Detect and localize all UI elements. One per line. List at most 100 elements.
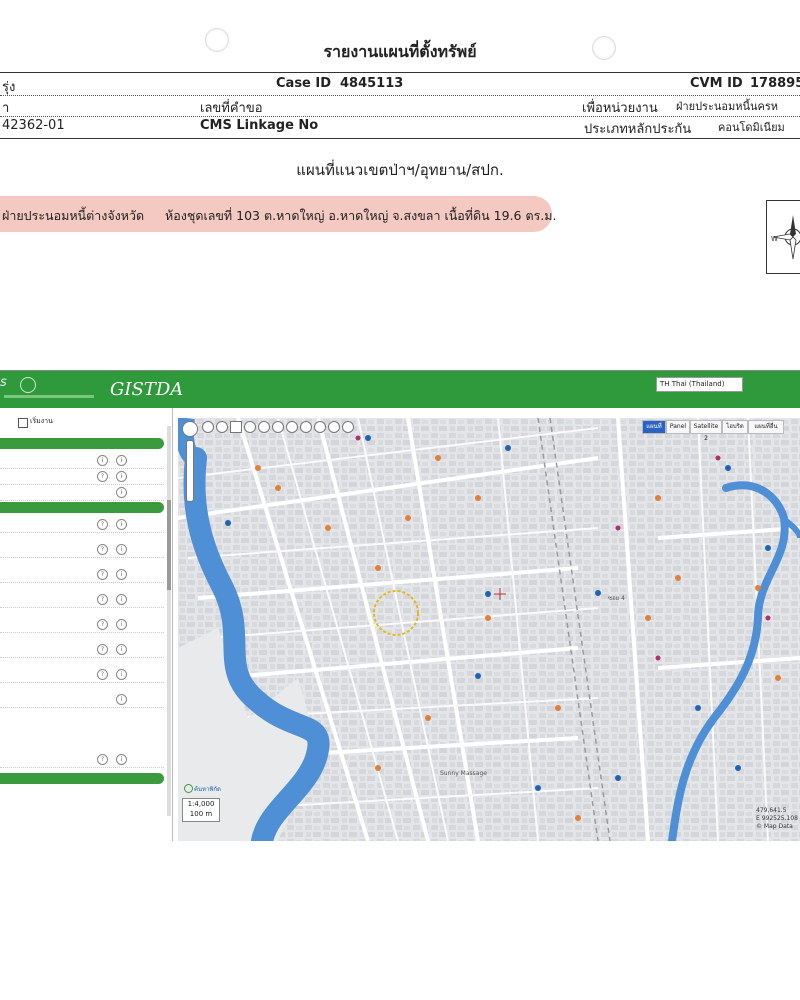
layer-row[interactable]: ? i (0, 468, 164, 485)
layer-group-header-2[interactable] (0, 502, 164, 513)
request-number-label: เลขที่คำขอ (200, 101, 263, 116)
row3-left-text: 42362-01 (2, 118, 65, 133)
report-title: รายงานแผนที่ตั้งทรัพย์ (323, 42, 477, 61)
info-icon[interactable]: i (116, 569, 127, 580)
header-row-3: 42362-01 CMS Linkage No ประเภทหลักประกัน… (0, 118, 800, 138)
info-icon[interactable]: i (116, 619, 127, 630)
map-tool-icon[interactable] (216, 421, 228, 433)
layer-row[interactable]: ii (0, 452, 164, 469)
basemap-tab-other[interactable]: แผนที่อื่น (748, 420, 784, 434)
layer-row[interactable]: ? i (0, 566, 164, 583)
sidebar-scroll-thumb[interactable] (167, 500, 171, 590)
zoom-control-icon[interactable] (182, 421, 198, 437)
banner-department: ฝ่ายประนอมหนี้ต่างจังหวัด (2, 208, 145, 223)
unit-value: ฝ่ายประนอมหนี้นครห (676, 100, 779, 113)
info-icon[interactable]: i (116, 644, 127, 655)
cvm-id-label: CVM ID (690, 76, 743, 91)
location-tool-icon[interactable] (258, 421, 270, 433)
info-icon[interactable]: i (116, 594, 127, 605)
info-icon[interactable]: i (116, 669, 127, 680)
layer-row[interactable]: ? i (0, 666, 164, 683)
banner-property-desc: ห้องชุดเลขที่ 103 ต.หาดใหญ่ อ.หาดใหญ่ จ.… (165, 208, 557, 223)
collateral-type-label: ประเภทหลักประกัน (584, 122, 692, 137)
map-tool-icon[interactable] (202, 421, 214, 433)
home-tool-icon[interactable] (272, 421, 284, 433)
location-search-label[interactable]: ค้นหาพิกัด (194, 784, 221, 794)
help-icon[interactable]: ? (97, 619, 108, 630)
row1-left-text: รุ่ง (2, 80, 16, 95)
layer-row[interactable]: ? i (0, 541, 164, 558)
brand-subtext-line (4, 395, 94, 398)
sidebar-tool-icon[interactable] (18, 418, 28, 428)
layer-sidebar: เริ่มงาน ii ? i i ? i ? i ? i ? i ? i ? i ? i i … (0, 408, 173, 841)
basemap-tab-map[interactable]: แผนที่ (642, 420, 666, 434)
info-icon[interactable]: i (97, 455, 108, 466)
attribution: © Map Data (756, 823, 793, 830)
app-top-bar: s GISTDA TH Thai (Thailand) (0, 371, 800, 408)
gistda-logo: GISTDA (110, 379, 184, 400)
map-tool-icon[interactable] (314, 421, 326, 433)
layer-row[interactable]: ? i (0, 616, 164, 633)
language-select[interactable]: TH Thai (Thailand) (656, 377, 743, 392)
help-icon[interactable]: ? (97, 519, 108, 530)
header-row-2: า เลขที่คำขอ เพื่อหน่วยงาน ฝ่ายประนอมหนี… (0, 97, 800, 117)
zoom-scale: 1:4,000 (187, 800, 215, 808)
brand-fragment: s (0, 375, 7, 390)
basemap-tab-panel[interactable]: Panel (666, 420, 690, 434)
help-icon[interactable]: ? (97, 754, 108, 765)
layer-row[interactable]: ? i (0, 751, 164, 768)
map-section-title: แผนที่แนวเขตป่าฯ/อุทยาน/สปก. (296, 161, 504, 179)
coord-line: 479,641.5 (756, 807, 787, 814)
header-top-rule (0, 72, 800, 73)
cms-linkage-label: CMS Linkage No (200, 118, 319, 133)
cvm-id-value: 178895 (750, 76, 800, 91)
map-graphics (178, 418, 800, 841)
location-search-icon[interactable] (184, 784, 193, 793)
layer-row[interactable]: i (0, 484, 164, 501)
row-divider-1 (0, 95, 800, 96)
layer-row[interactable]: i (0, 691, 164, 708)
header-row-1: รุ่ง Case ID 4845113 CVM ID 178895 (0, 76, 800, 96)
layer-row[interactable]: ? i (0, 641, 164, 658)
help-icon[interactable]: ? (97, 644, 108, 655)
info-icon[interactable]: i (116, 519, 127, 530)
basemap-tab-satellite[interactable]: Satellite 2 (690, 420, 722, 442)
print-tool-icon[interactable] (328, 421, 340, 433)
layer-group-header-3[interactable] (0, 773, 164, 784)
layer-group-header-1[interactable] (0, 438, 164, 449)
basemap-tab-hybrid[interactable]: ไฮบริด (722, 420, 748, 434)
coordinate-readout: 479,641.5 E 992525.108 © Map Data (756, 807, 798, 831)
close-tool-icon[interactable] (230, 421, 242, 433)
info-icon[interactable]: i (116, 487, 127, 498)
map-tool-icon[interactable] (342, 421, 354, 433)
location-banner: ฝ่ายประนอมหนี้ต่างจังหวัด ห้องชุดเลขที่ … (0, 196, 557, 232)
help-icon[interactable]: ? (97, 544, 108, 555)
layer-row[interactable]: ? i (0, 591, 164, 608)
map-tool-icon[interactable] (244, 421, 256, 433)
map-tool-icon[interactable] (286, 421, 298, 433)
help-icon[interactable]: ? (97, 594, 108, 605)
gis-app-screenshot: s GISTDA TH Thai (Thailand) เริ่มงาน ii … (0, 370, 800, 841)
zoom-slider-icon[interactable] (186, 440, 194, 502)
help-icon[interactable]: ? (97, 471, 108, 482)
case-id-label: Case ID (276, 76, 332, 91)
row-divider-2 (0, 116, 800, 117)
sidebar-scrollbar[interactable] (167, 426, 171, 816)
info-icon[interactable]: i (116, 544, 127, 555)
svg-text:W: W (771, 235, 778, 243)
info-icon[interactable]: i (116, 754, 127, 765)
scale-indicator: 1:4,000 100 m (182, 798, 220, 822)
help-icon[interactable]: ? (97, 569, 108, 580)
map-canvas[interactable]: แผนที่ Panel Satellite 2 ไฮบริด แผนที่อื… (178, 418, 800, 841)
sidebar-tool-label[interactable]: เริ่มงาน (30, 416, 53, 427)
help-icon[interactable]: ? (97, 669, 108, 680)
map-label: Sunny Massage (440, 770, 487, 777)
info-icon[interactable]: i (116, 455, 127, 466)
info-icon[interactable]: i (116, 471, 127, 482)
info-icon[interactable]: i (116, 694, 127, 705)
layer-row[interactable]: ? i (0, 516, 164, 533)
coord-line: E 992525.108 (756, 815, 798, 822)
map-tool-icon[interactable] (300, 421, 312, 433)
brand-emblem-icon (20, 377, 36, 393)
row2-left-text: า (2, 101, 10, 116)
